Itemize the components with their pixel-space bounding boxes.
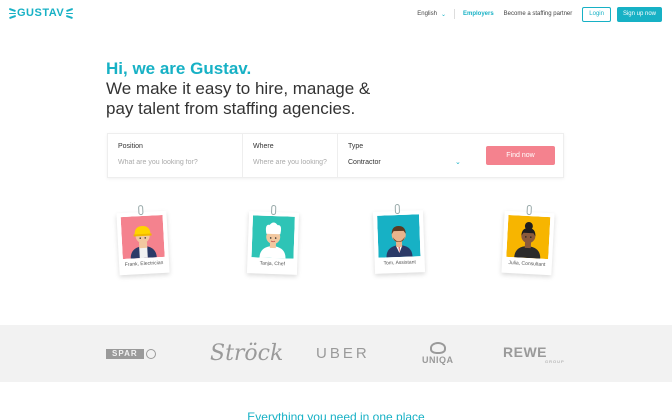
paper-clip-icon: [394, 203, 401, 215]
search-bar: Position What are you looking for? Where…: [107, 133, 564, 178]
employers-link[interactable]: Employers: [463, 11, 494, 17]
hero-line-2: pay talent from staffing agencies.: [106, 99, 356, 118]
position-input[interactable]: What are you looking for?: [118, 159, 198, 166]
signup-button[interactable]: Sign up now: [616, 6, 662, 22]
rewe-group-text: GROUP: [545, 358, 565, 364]
consultant-illustration: [506, 214, 551, 260]
type-field[interactable]: Type Contractor ⌄: [338, 134, 468, 177]
hero-greeting: Hi, we are Gustav.: [106, 59, 252, 78]
stroeck-logo: Ströck: [210, 341, 284, 366]
talent-card-assistant[interactable]: Tom, Assistant: [372, 203, 426, 274]
type-label: Type: [348, 143, 364, 150]
language-selector[interactable]: English ⌄: [417, 11, 446, 18]
spar-text: SPAR: [106, 348, 144, 359]
paper-clip-icon: [138, 204, 144, 216]
rewe-logo: REWE GROUP: [503, 325, 565, 382]
where-label: Where: [253, 143, 274, 150]
electrician-illustration: [120, 214, 165, 260]
spar-circle-icon: [145, 348, 156, 359]
position-label: Position: [118, 143, 143, 150]
chef-illustration: [251, 215, 295, 259]
chevron-down-icon: ⌄: [455, 159, 461, 166]
talent-card-consultant[interactable]: Julia, Consultant: [501, 204, 555, 276]
partner-logos: SPAR Ströck UBER UNIQA REWE GROUP: [0, 325, 672, 382]
rewe-text: REWE: [503, 343, 547, 360]
hero-line-1: We make it easy to hire, manage &: [106, 79, 371, 98]
language-label: English: [417, 11, 437, 17]
top-navigation: GUSTAV English ⌄ Employers Become a staf…: [0, 0, 672, 28]
login-button[interactable]: Login: [582, 6, 611, 22]
spar-logo: SPAR: [106, 325, 156, 382]
assistant-illustration: [377, 214, 421, 258]
hero: Hi, we are Gustav. We make it easy to hi…: [106, 59, 370, 119]
uniqa-logo: UNIQA: [422, 325, 454, 382]
where-field[interactable]: Where Where are you looking?: [243, 134, 338, 177]
card-caption: Frank, Electrician: [124, 259, 164, 268]
uber-logo: UBER: [316, 345, 370, 362]
card-caption: Tom, Assistant: [383, 259, 416, 267]
logo-text: GUSTAV: [17, 7, 65, 19]
logo-rays-left-icon: [8, 7, 17, 19]
uniqa-mark-icon: [429, 342, 446, 354]
nav-divider: [453, 9, 455, 19]
find-now-button[interactable]: Find now: [486, 146, 555, 165]
staffing-partner-link[interactable]: Become a staffing partner: [504, 11, 573, 17]
uniqa-text: UNIQA: [422, 355, 454, 365]
paper-clip-icon: [270, 204, 277, 216]
gustav-logo[interactable]: GUSTAV: [8, 6, 74, 20]
where-input[interactable]: Where are you looking?: [253, 159, 331, 166]
position-field[interactable]: Position What are you looking for?: [108, 134, 243, 177]
type-select[interactable]: Contractor: [348, 159, 381, 166]
talent-card-electrician[interactable]: Frank, Electrician: [116, 204, 170, 276]
card-caption: Julia, Consultant: [508, 260, 546, 268]
chevron-down-icon: ⌄: [440, 11, 446, 18]
talent-card-chef[interactable]: Tanja, Chef: [246, 204, 300, 275]
nav-links: English ⌄ Employers Become a staffing pa…: [417, 6, 662, 22]
card-caption: Tanja, Chef: [259, 260, 286, 268]
logo-rays-right-icon: [66, 7, 74, 19]
section-title: Everything you need in one place: [247, 410, 425, 420]
paper-clip-icon: [526, 204, 532, 216]
